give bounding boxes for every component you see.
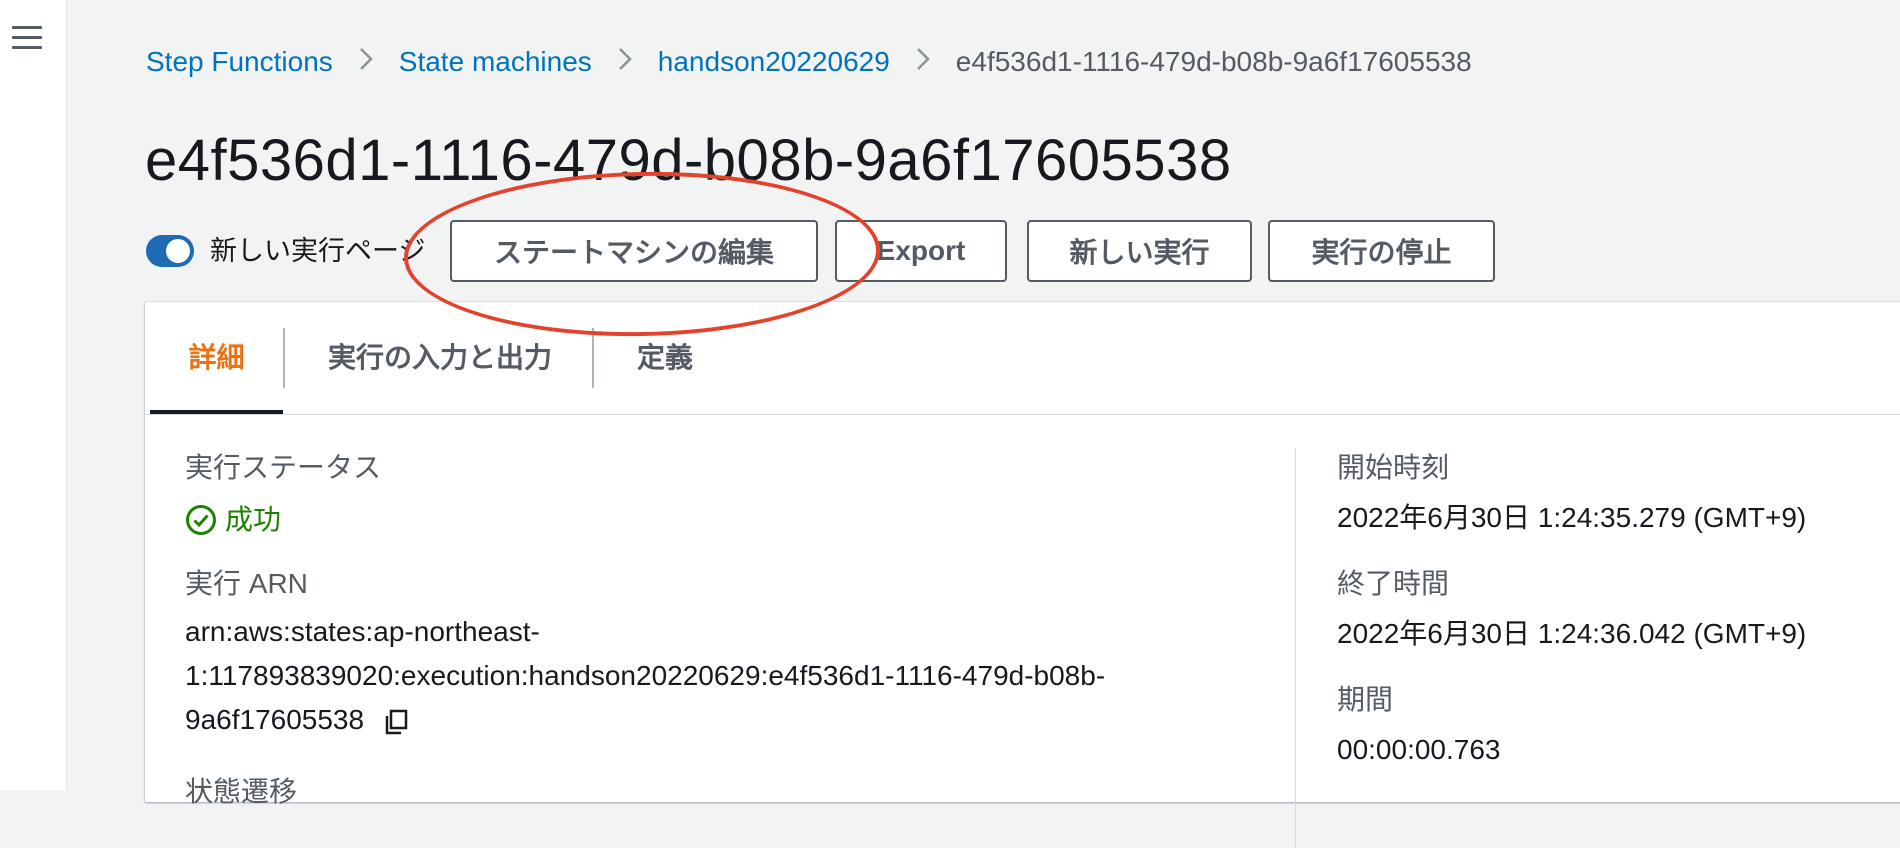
- start-time-value: 2022年6月30日 1:24:35.279 (GMT+9): [1337, 502, 1807, 533]
- tab-execution-io[interactable]: 実行の入力と出力: [328, 302, 552, 414]
- state-transitions-label: 状態遷移: [185, 776, 298, 807]
- tab-details[interactable]: 詳細: [150, 302, 283, 414]
- edit-state-machine-button[interactable]: ステートマシンの編集: [450, 220, 818, 282]
- status-badge: 成功: [185, 498, 281, 542]
- tab-definition[interactable]: 定義: [637, 302, 693, 414]
- toggle-label: 新しい実行ページ: [210, 236, 426, 266]
- toggle-knob: [166, 239, 190, 263]
- end-time-label: 終了時間: [1337, 568, 1450, 599]
- breadcrumb-current: e4f536d1-1116-479d-b08b-9a6f17605538: [955, 46, 1472, 77]
- execution-arn-line-3: 9a6f17605538: [185, 698, 410, 742]
- column-divider: [1295, 448, 1296, 848]
- status-value: 成功: [225, 504, 282, 535]
- new-execution-page-toggle[interactable]: [146, 235, 194, 267]
- execution-status-label: 実行ステータス: [185, 452, 382, 483]
- export-button[interactable]: Export: [835, 220, 1007, 282]
- stop-execution-button[interactable]: 実行の停止: [1268, 220, 1495, 282]
- execution-arn-label: 実行 ARN: [185, 568, 308, 599]
- end-time-value: 2022年6月30日 1:24:36.042 (GMT+9): [1337, 618, 1807, 649]
- tab-divider: [592, 328, 594, 388]
- breadcrumb-step-functions[interactable]: Step Functions: [146, 42, 333, 82]
- success-check-icon: [186, 505, 216, 535]
- breadcrumb: Step Functions State machines handson202…: [146, 42, 1472, 82]
- breadcrumb-state-machine[interactable]: handson20220629: [658, 42, 890, 82]
- details-panel: 詳細 実行の入力と出力 定義 実行ステータス 成功 実行 ARN arn:aws…: [145, 302, 1900, 848]
- execution-arn-line-2: 1:117893839020:execution:handson20220629…: [185, 660, 1106, 691]
- chevron-right-icon: [916, 42, 930, 82]
- page-title: e4f536d1-1116-479d-b08b-9a6f17605538: [145, 128, 1232, 193]
- copy-icon[interactable]: [382, 708, 410, 736]
- toolbar: 新しい実行ページ ステートマシンの編集 Export 新しい実行 実行の停止: [146, 220, 1506, 284]
- breadcrumb-state-machines[interactable]: State machines: [399, 42, 592, 82]
- new-execution-button[interactable]: 新しい実行: [1027, 220, 1252, 282]
- start-time-label: 開始時刻: [1337, 452, 1450, 483]
- duration-value: 00:00:00.763: [1337, 734, 1501, 765]
- execution-arn-line-3-text: 9a6f17605538: [185, 704, 365, 735]
- execution-arn-line-1: arn:aws:states:ap-northeast-: [185, 616, 540, 647]
- tab-divider: [283, 328, 285, 388]
- duration-label: 期間: [1337, 684, 1394, 715]
- left-sidebar: [0, 0, 67, 790]
- tab-bar: 詳細 実行の入力と出力 定義: [145, 302, 1900, 415]
- chevron-right-icon: [618, 42, 632, 82]
- chevron-right-icon: [359, 42, 373, 82]
- hamburger-menu-icon[interactable]: [12, 26, 42, 52]
